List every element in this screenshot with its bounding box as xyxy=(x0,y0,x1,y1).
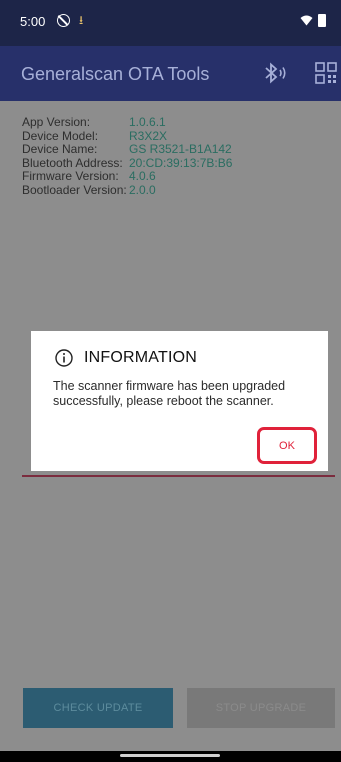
app-title: Generalscan OTA Tools xyxy=(21,64,210,84)
stop-upgrade-button[interactable]: STOP UPGRADE xyxy=(187,688,335,728)
info-label: App Version: xyxy=(22,115,91,129)
info-value: 20:CD:39:13:7B:B6 xyxy=(129,155,233,170)
info-icon xyxy=(55,349,73,367)
info-value: R3X2X xyxy=(129,128,168,143)
download-icon: ⭳ xyxy=(79,13,84,27)
info-label: Device Name: xyxy=(22,142,98,156)
info-row-bootloader-version: Bootloader Version: 2.0.0 xyxy=(22,182,232,198)
qr-code-icon[interactable] xyxy=(315,62,337,84)
wifi-icon xyxy=(300,15,313,26)
check-update-button[interactable]: CHECK UPDATE xyxy=(23,688,173,728)
navigation-bar xyxy=(0,751,341,762)
info-row-device-name: Device Name: GS R3521-B1A142 xyxy=(22,142,232,157)
status-time: 5:00 xyxy=(20,14,46,29)
info-label: Bluetooth Address: xyxy=(22,155,123,170)
info-row-firmware-version: Firmware Version: 4.0.6 xyxy=(22,169,232,184)
dialog-message: The scanner firmware has been upgraded s… xyxy=(53,379,286,408)
info-label: Device Model: xyxy=(22,128,99,143)
device-info: App Version: 1.0.6.1 Device Model: R3X2X… xyxy=(22,115,233,198)
info-row-bluetooth-address: Bluetooth Address: 20:CD:39:13:7B:B6 xyxy=(22,155,233,171)
app-bar: Generalscan OTA Tools xyxy=(0,46,341,101)
info-label: Firmware Version: xyxy=(22,169,119,183)
info-row-app-version: App Version: 1.0.6.1 xyxy=(22,115,232,130)
info-value: GS R3521-B1A142 xyxy=(129,142,232,156)
battery-icon xyxy=(318,14,326,27)
dnd-icon xyxy=(57,14,70,27)
home-gesture-handle[interactable] xyxy=(120,754,220,757)
info-value: 1.0.6.1 xyxy=(129,115,166,129)
status-bar: 5:00 ⭳ xyxy=(0,0,341,46)
dialog-title: INFORMATION xyxy=(84,349,198,366)
info-value: 2.0.0 xyxy=(129,182,156,197)
bluetooth-audio-icon[interactable] xyxy=(262,62,290,84)
information-dialog: INFORMATION The scanner firmware has bee… xyxy=(31,331,328,471)
info-row-device-model: Device Model: R3X2X xyxy=(22,128,232,144)
info-label: Bootloader Version: xyxy=(22,182,127,197)
progress-divider xyxy=(22,475,335,477)
ok-button[interactable]: OK xyxy=(257,427,317,464)
info-value: 4.0.6 xyxy=(129,169,156,183)
